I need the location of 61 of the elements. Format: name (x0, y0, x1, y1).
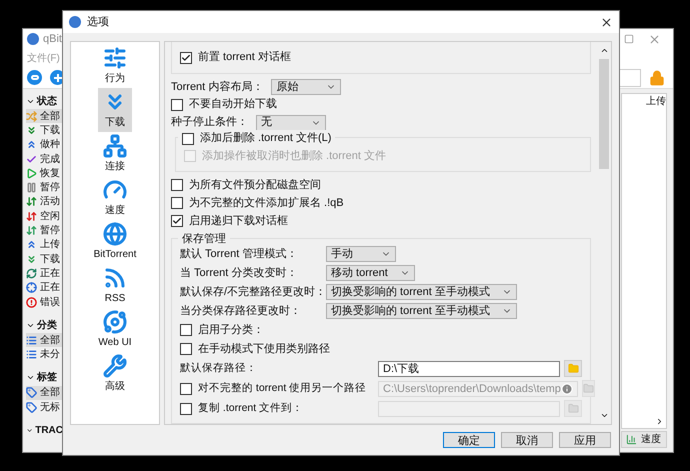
checkbox-label: 启用子分类： (198, 322, 264, 338)
dialog-button[interactable]: 取消 (501, 432, 553, 448)
dropdown[interactable]: 移动 torrent (326, 265, 415, 282)
dialog-button[interactable]: 应用 (559, 432, 611, 448)
sidebar-item[interactable]: 上传 (26, 238, 63, 252)
sidebar-item[interactable]: 全部 (26, 386, 63, 400)
sidebar-item[interactable]: 空闲 (26, 209, 63, 224)
sidebar-item[interactable]: 无标 (26, 400, 63, 414)
sidebar-item[interactable]: 全部 (26, 109, 63, 124)
sidebar-item[interactable]: 正在 (26, 266, 63, 281)
path-field[interactable]: D:\下载 (378, 360, 560, 377)
field-label: 当 Torrent 分类改变时： (180, 266, 298, 282)
column-header: 上传 (646, 94, 666, 109)
category-item[interactable]: 连接 (98, 132, 132, 176)
sidebar-item[interactable]: 暂停 (26, 180, 63, 195)
category-item[interactable]: Web UI (93, 308, 137, 352)
sidebar-item[interactable]: 下载 (26, 123, 63, 138)
category-item[interactable]: 下载 (98, 88, 132, 132)
field-label: 种子停止条件： (171, 115, 248, 130)
category-item[interactable]: 行为 (98, 44, 132, 88)
field-label: 当分类保存路径更改时： (180, 304, 302, 320)
field-label: Torrent 内容布局： (171, 80, 264, 95)
field-label: 对不完整的 torrent 使用另一个路径 (198, 381, 366, 396)
field-label: 默认 Torrent 管理模式： (180, 247, 298, 262)
checkbox-label: 为不完整的文件添加扩展名 .!qB (189, 196, 344, 211)
checkbox-label: 在手动模式下使用类别路径 (198, 342, 330, 358)
checkbox-label: 不要自动开始下载 (189, 97, 277, 112)
sidebar-item[interactable]: 全部 (26, 333, 63, 348)
sidebar-item[interactable]: 活动 (26, 194, 63, 210)
checkbox-label: 启用递归下载对话框 (189, 214, 288, 229)
dropdown[interactable]: 原始 (271, 78, 342, 95)
sidebar-item[interactable]: 恢复 (26, 166, 63, 180)
section-header: 分类 (37, 318, 57, 333)
sidebar-item[interactable]: 下载 (26, 252, 63, 266)
sidebar-item[interactable]: 完成 (26, 152, 63, 166)
section-header: 标签 (37, 370, 57, 386)
sidebar-item[interactable]: 做种 (26, 138, 63, 152)
window-title: qBit (43, 32, 62, 47)
category-item[interactable]: 速度 (98, 176, 132, 220)
sidebar-item[interactable]: 错误 (26, 294, 63, 310)
dropdown[interactable]: 切换受影响的 torrent 至手动模式 (326, 303, 517, 320)
section-header: 状态 (37, 94, 57, 108)
dropdown[interactable]: 切换受影响的 torrent 至手动模式 (326, 284, 517, 300)
checkbox-label: 为所有文件预分配磁盘空间 (189, 178, 321, 194)
field-label: 复制 .torrent 文件到： (198, 401, 304, 416)
sidebar-item[interactable]: 未分 (26, 347, 63, 362)
category-item[interactable]: BitTorrent (88, 220, 142, 264)
dropdown[interactable]: 手动 (326, 246, 396, 262)
window-title: 选项 (87, 14, 109, 30)
dropdown[interactable]: 无 (256, 114, 326, 131)
category-item[interactable]: RSS (98, 264, 132, 308)
sidebar-item[interactable]: 暂停 (26, 223, 63, 238)
category-item[interactable]: 高级 (98, 352, 132, 396)
speed-tab[interactable]: 速度 (621, 431, 667, 448)
checkbox-label: 前置 torrent 对话框 (198, 50, 291, 66)
sidebar-item[interactable]: 正在 (26, 280, 63, 295)
dialog-button[interactable]: 确定 (443, 432, 495, 448)
field-label: 默认保存路径： (180, 361, 257, 376)
group-title: 添加后删除 .torrent 文件(L) (200, 130, 332, 146)
checkbox-label: 添加操作被取消时也删除 .torrent 文件 (202, 148, 386, 164)
section-header: TRAC (35, 424, 63, 438)
